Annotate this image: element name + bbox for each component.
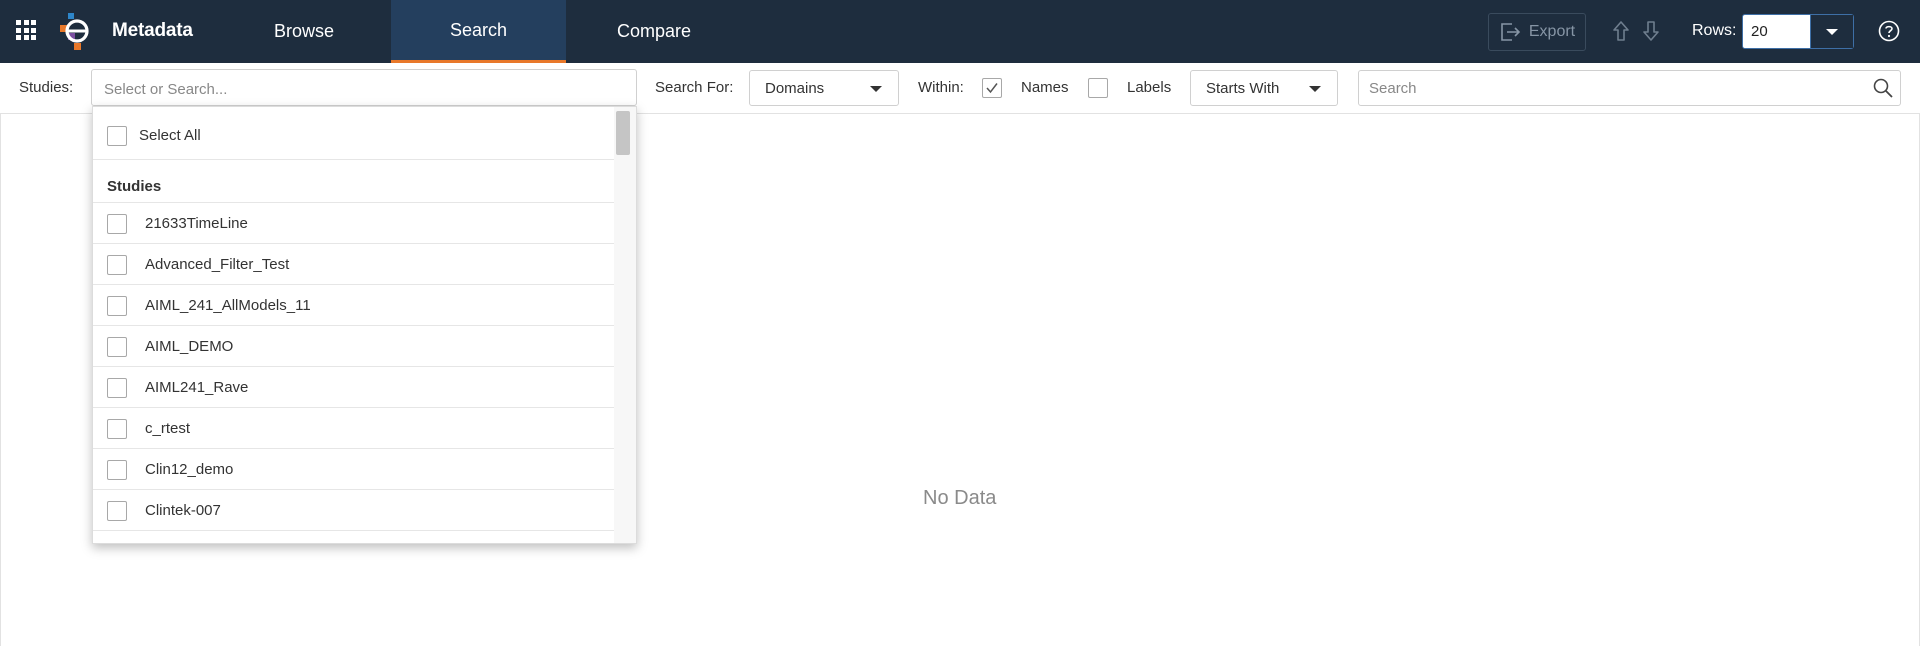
list-item[interactable]: 21633TimeLine bbox=[93, 203, 614, 244]
study-checkbox[interactable] bbox=[107, 501, 127, 521]
names-checkbox[interactable] bbox=[982, 78, 1002, 98]
study-checkbox[interactable] bbox=[107, 214, 127, 234]
search-icon[interactable] bbox=[1872, 77, 1894, 99]
study-label: Clin12_demo bbox=[145, 461, 234, 478]
within-label: Within: bbox=[918, 79, 964, 96]
export-button[interactable]: Export bbox=[1488, 13, 1586, 51]
study-label: Advanced_Filter_Test bbox=[145, 256, 290, 273]
search-input[interactable]: Search bbox=[1358, 70, 1901, 106]
select-all-row[interactable]: Select All bbox=[93, 107, 614, 160]
study-label: AIML_241_AllModels_11 bbox=[145, 297, 311, 314]
study-checkbox[interactable] bbox=[107, 419, 127, 439]
study-label: Clintek-007 bbox=[145, 502, 221, 519]
studies-group-header: Studies bbox=[93, 160, 614, 203]
list-item[interactable]: AIML_241_AllModels_11 bbox=[93, 285, 614, 326]
study-checkbox[interactable] bbox=[107, 296, 127, 316]
study-checkbox[interactable] bbox=[107, 378, 127, 398]
studies-label: Studies: bbox=[19, 79, 74, 96]
arrow-down-icon[interactable] bbox=[1642, 20, 1660, 42]
export-label: Export bbox=[1528, 23, 1576, 40]
search-placeholder: Search bbox=[1369, 80, 1417, 97]
study-label: c_rtest bbox=[145, 420, 191, 437]
study-checkbox[interactable] bbox=[107, 255, 127, 275]
top-navbar: Metadata Browse Search Compare Export Ro… bbox=[0, 0, 1920, 63]
study-label: 21633TimeLine bbox=[145, 215, 248, 232]
export-icon bbox=[1501, 23, 1521, 41]
names-label: Names bbox=[1021, 79, 1069, 96]
no-data-message: No Data bbox=[923, 487, 997, 509]
match-mode-select[interactable]: Starts With bbox=[1190, 70, 1338, 106]
list-item[interactable]: c_rtest bbox=[93, 408, 614, 449]
chevron-down-icon bbox=[870, 86, 882, 92]
list-item[interactable]: Clintek-007 bbox=[93, 490, 614, 531]
app-logo bbox=[60, 13, 89, 50]
rows-value[interactable]: 20 bbox=[1743, 15, 1811, 48]
tab-search[interactable]: Search bbox=[391, 0, 566, 63]
tab-browse[interactable]: Browse bbox=[250, 0, 358, 63]
studies-search-input[interactable]: Select or Search... bbox=[91, 69, 637, 106]
rows-select[interactable]: 20 bbox=[1742, 14, 1854, 49]
help-icon[interactable] bbox=[1878, 20, 1900, 42]
arrow-up-icon[interactable] bbox=[1612, 20, 1630, 42]
list-item[interactable]: AIML241_Rave bbox=[93, 367, 614, 408]
scrollbar-track[interactable] bbox=[614, 107, 636, 543]
scrollbar-thumb[interactable] bbox=[616, 111, 630, 155]
tab-compare[interactable]: Compare bbox=[580, 0, 728, 63]
labels-label: Labels bbox=[1127, 79, 1172, 96]
list-item[interactable]: Clin12_demo bbox=[93, 449, 614, 490]
studies-group-label: Studies bbox=[107, 178, 162, 195]
search-for-select[interactable]: Domains bbox=[749, 70, 899, 106]
study-checkbox[interactable] bbox=[107, 460, 127, 480]
list-item[interactable]: AIML_DEMO bbox=[93, 326, 614, 367]
select-all-checkbox[interactable] bbox=[107, 126, 127, 146]
app-title: Metadata bbox=[112, 20, 193, 41]
search-for-value: Domains bbox=[765, 80, 825, 97]
list-item[interactable]: Advanced_Filter_Test bbox=[93, 244, 614, 285]
select-all-label: Select All bbox=[139, 127, 201, 144]
apps-grid-icon[interactable] bbox=[16, 20, 36, 40]
match-mode-value: Starts With bbox=[1206, 80, 1280, 97]
chevron-down-icon bbox=[1309, 86, 1321, 92]
rows-label: Rows: bbox=[1692, 22, 1737, 39]
rows-dropdown-toggle[interactable] bbox=[1811, 15, 1853, 48]
study-checkbox[interactable] bbox=[107, 337, 127, 357]
studies-dropdown: Select All Studies 21633TimeLine Advance… bbox=[92, 106, 637, 544]
search-for-label: Search For: bbox=[655, 79, 734, 96]
study-label: AIML_DEMO bbox=[145, 338, 234, 355]
check-icon bbox=[986, 83, 998, 94]
chevron-down-icon bbox=[1826, 28, 1838, 35]
study-label: AIML241_Rave bbox=[145, 379, 249, 396]
labels-checkbox[interactable] bbox=[1088, 78, 1108, 98]
